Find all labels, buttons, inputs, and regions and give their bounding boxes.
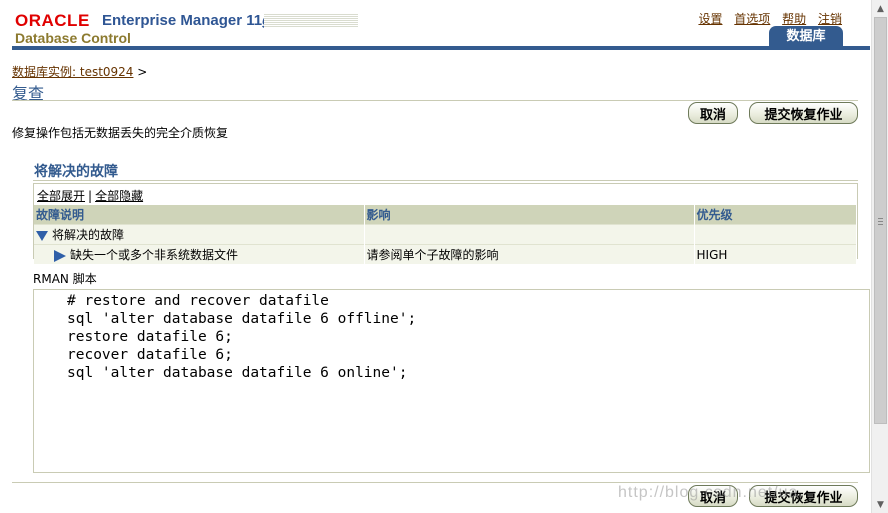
scroll-thumb[interactable] (874, 17, 887, 424)
expand-links: 全部展开 | 全部隐藏 (37, 187, 143, 204)
cancel-button-bottom[interactable]: 取消 (688, 485, 738, 507)
scroll-down-icon[interactable]: ▼ (872, 496, 888, 513)
page-description: 修复操作包括无数据丢失的完全介质恢复 (12, 126, 229, 140)
issues-section-title: 将解决的故障 (34, 164, 118, 180)
table-row: 缺失一个或多个非系统数据文件 请参阅单个子故障的影响 HIGH (34, 244, 857, 264)
logout-link[interactable]: 注销 (818, 12, 842, 26)
help-link[interactable]: 帮助 (782, 12, 806, 26)
tab-database[interactable]: 数据库 (769, 26, 843, 48)
group-priority-cell (694, 224, 857, 245)
settings-link[interactable]: 设置 (698, 12, 722, 26)
expand-all-link[interactable]: 全部展开 (37, 189, 85, 203)
scroll-up-icon[interactable]: ▲ (872, 0, 888, 17)
group-description: 将解决的故障 (52, 228, 125, 242)
section-divider (33, 180, 858, 181)
product-version: 11 (246, 12, 263, 29)
column-header-priority: 优先级 (694, 205, 857, 225)
cancel-button-top[interactable]: 取消 (688, 102, 738, 124)
collapse-right-icon[interactable] (54, 249, 66, 262)
column-header-impact: 影响 (364, 205, 695, 225)
row-description: 缺失一个或多个非系统数据文件 (70, 248, 239, 262)
preferences-link[interactable]: 首选项 (734, 12, 770, 26)
product-name: Enterprise Manager 11g (102, 12, 271, 29)
group-impact-cell (364, 224, 695, 245)
oracle-logo: ORACLE (15, 11, 90, 30)
thumb-grip (878, 218, 883, 225)
group-description-cell: 将解决的故障 (34, 224, 365, 245)
global-links: 设置 首选项 帮助 注销 (690, 10, 842, 27)
rman-script-label: RMAN 脚本 (33, 272, 97, 286)
rman-script-box[interactable]: # restore and recover datafile sql 'alte… (33, 289, 870, 473)
title-divider (12, 100, 858, 101)
header-bar (12, 46, 870, 50)
vertical-scrollbar[interactable]: ▲ ▼ (871, 0, 888, 513)
rman-script-text: # restore and recover datafile sql 'alte… (67, 293, 417, 381)
issues-panel: 全部展开 | 全部隐藏 故障说明 影响 优先级 将解决的故障 缺失一个或多个非系统数… (33, 183, 858, 264)
bottom-divider (12, 482, 858, 483)
row-priority-cell: HIGH (694, 244, 857, 264)
column-header-description: 故障说明 (34, 205, 365, 225)
submit-recovery-button-top[interactable]: 提交恢复作业 (749, 102, 858, 124)
product-name-text: Enterprise Manager (102, 12, 243, 29)
row-impact-cell: 请参阅单个子故障的影响 (364, 244, 695, 264)
breadcrumb: 数据库实例: test0924 > (12, 63, 147, 80)
issues-table: 故障说明 影响 优先级 将解决的故障 缺失一个或多个非系统数据文件 请参阅单个子… (34, 205, 857, 264)
collapse-all-link[interactable]: 全部隐藏 (95, 189, 143, 203)
logo-stripes (264, 14, 358, 28)
table-group-row: 将解决的故障 (34, 224, 857, 245)
breadcrumb-separator: > (137, 65, 148, 79)
main-content: ORACLE Enterprise Manager 11g Database C… (0, 0, 870, 513)
submit-recovery-button-bottom[interactable]: 提交恢复作业 (749, 485, 858, 507)
expand-down-icon[interactable] (36, 230, 48, 241)
row-description-cell: 缺失一个或多个非系统数据文件 (34, 244, 365, 264)
table-header-row: 故障说明 影响 优先级 (34, 205, 857, 225)
breadcrumb-instance-link[interactable]: 数据库实例: test0924 (12, 65, 133, 79)
product-subtitle: Database Control (15, 30, 131, 46)
link-separator: | (88, 189, 93, 203)
